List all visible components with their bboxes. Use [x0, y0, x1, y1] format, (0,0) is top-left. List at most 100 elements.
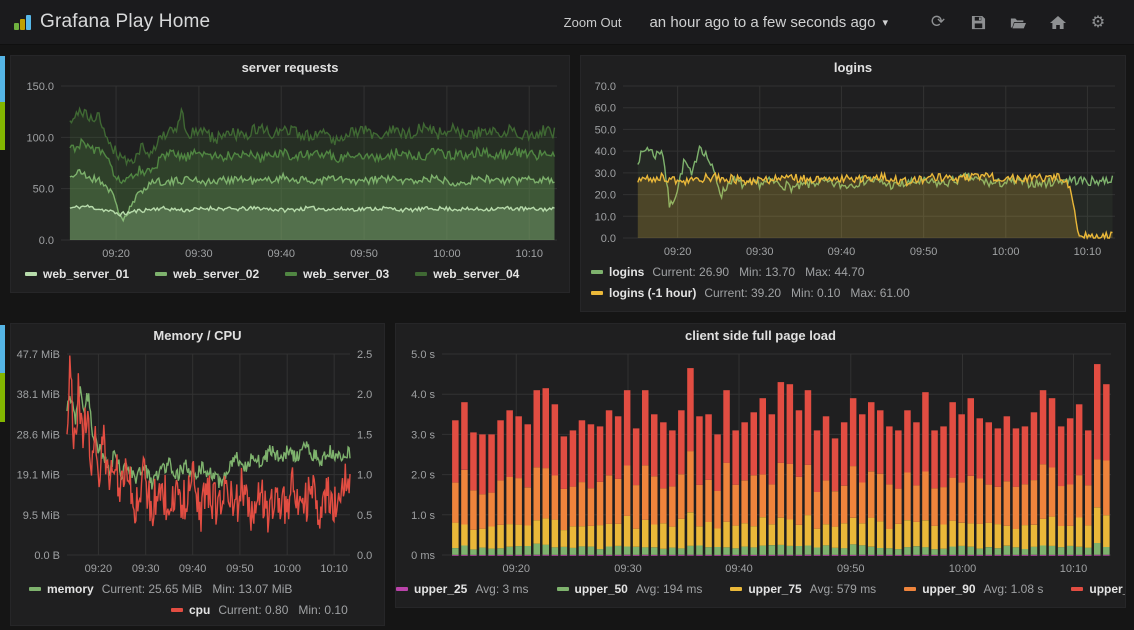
row-toggle-strip-green-2[interactable]	[0, 373, 5, 422]
brand[interactable]: Grafana Play Home	[0, 11, 210, 33]
row-toggle-strip-green-1[interactable]	[0, 102, 5, 150]
bar-segment-upper_95	[624, 390, 631, 465]
bar-segment-upper_50	[506, 547, 513, 555]
row-toggle-strip-blue-1[interactable]	[0, 56, 5, 102]
bar-segment-upper_25	[778, 555, 785, 556]
series-name: upper_95	[1089, 582, 1125, 596]
bar-segment-upper_75	[687, 512, 694, 546]
legend-item-upper-75[interactable]: upper_75Avg: 579 ms	[730, 579, 886, 600]
bar-segment-upper_25	[913, 555, 920, 556]
time-range-picker[interactable]: an hour ago to a few seconds ago ▾	[649, 14, 888, 31]
bar-segment-upper_50	[1094, 543, 1101, 555]
bar-segment-upper_75	[579, 526, 586, 546]
bar-segment-upper_25	[588, 555, 595, 556]
open-dashboard-button[interactable]	[998, 0, 1038, 45]
bar-segment-upper_95	[714, 434, 721, 491]
bar-segment-upper_95	[769, 414, 776, 484]
zoom-out-button[interactable]: Zoom Out	[564, 15, 622, 30]
bar-segment-upper_90	[452, 483, 459, 523]
legend-item-web-server-04[interactable]: web_server_04	[415, 264, 527, 285]
bar-segment-upper_25	[570, 555, 577, 556]
x-axis-tick: 09:30	[132, 563, 160, 575]
legend-item-upper-25[interactable]: upper_25Avg: 3 ms	[396, 579, 539, 600]
bar-segment-upper_75	[615, 524, 622, 546]
bar-segment-upper_75	[796, 525, 803, 546]
bar-segment-upper_75	[1058, 526, 1065, 547]
settings-button[interactable]: ⚙	[1078, 0, 1118, 45]
bar-segment-upper_25	[534, 555, 541, 556]
bar-segment-upper_50	[732, 548, 739, 555]
y-axis-tick: 10.0	[595, 211, 616, 223]
panel-title[interactable]: client side full page load	[396, 324, 1125, 346]
refresh-button[interactable]: ⟳	[918, 0, 958, 45]
home-button[interactable]	[1038, 0, 1078, 45]
bar-segment-upper_50	[868, 547, 875, 555]
bar-segment-upper_95	[642, 390, 649, 465]
y-axis-tick: 150.0	[26, 81, 54, 93]
bar-segment-upper_75	[940, 525, 947, 549]
bar-segment-upper_75	[534, 520, 541, 543]
panel-title[interactable]: Memory / CPU	[11, 324, 384, 346]
bar-segment-upper_90	[678, 474, 685, 519]
y-axis-tick: 0.0	[39, 235, 54, 247]
chart-memory-cpu[interactable]: 09:2009:3009:4009:5010:0010:1047.7 MiB38…	[11, 346, 384, 579]
legend-item-upper-95[interactable]: upper_95Avg: 1.64 s	[1071, 579, 1125, 600]
bar-segment-upper_75	[651, 525, 658, 548]
panel-title[interactable]: server requests	[11, 56, 569, 78]
bar-segment-upper_95	[805, 390, 812, 465]
bar-segment-upper_75	[506, 524, 513, 547]
bar-segment-upper_75	[805, 515, 812, 545]
legend-item-web-server-02[interactable]: web_server_02	[155, 264, 267, 285]
dashboard-title[interactable]: Grafana Play Home	[40, 11, 210, 33]
panel-title[interactable]: logins	[581, 56, 1125, 78]
save-button[interactable]	[958, 0, 998, 45]
bar-segment-upper_50	[841, 548, 848, 555]
legend-item-web-server-01[interactable]: web_server_01	[25, 264, 137, 285]
bar-segment-upper_95	[534, 390, 541, 467]
bar-segment-upper_25	[977, 555, 984, 556]
bar-segment-upper_90	[1085, 485, 1092, 525]
row-toggle-strip-blue-2[interactable]	[0, 325, 5, 373]
y-axis-tick: 50.0	[33, 184, 54, 196]
series-color-swatch	[155, 272, 167, 276]
bar-segment-upper_90	[606, 475, 613, 524]
chart-client-page-load[interactable]: 09:2009:3009:4009:5010:0010:105.0 s4.0 s…	[396, 346, 1125, 579]
chart-server-requests[interactable]: 09:2009:3009:4009:5010:0010:10150.0100.0…	[11, 78, 569, 264]
bar-segment-upper_50	[1022, 549, 1028, 555]
bar-segment-upper_95	[877, 410, 884, 473]
bar-segment-upper_90	[769, 484, 776, 524]
x-axis-tick: 09:40	[828, 246, 856, 258]
chart-logins[interactable]: 09:2009:3009:4009:5010:0010:1070.060.050…	[581, 78, 1125, 262]
x-axis-tick: 10:10	[320, 563, 348, 575]
x-axis-tick: 09:30	[614, 563, 642, 575]
bar-segment-upper_95	[1085, 430, 1092, 485]
home-icon	[1050, 15, 1066, 30]
bar-segment-upper_90	[597, 482, 604, 525]
bar-segment-upper_90	[479, 494, 486, 529]
bar-segment-upper_95	[1103, 384, 1110, 460]
bar-segment-upper_50	[651, 547, 658, 554]
legend-item-logins[interactable]: loginsCurrent: 26.90Min: 13.70Max: 44.70	[591, 262, 874, 283]
bar-segment-upper_90	[760, 474, 767, 517]
legend-item-upper-50[interactable]: upper_50Avg: 194 ms	[557, 579, 713, 600]
bar-segment-upper_90	[922, 472, 929, 521]
bar-segment-upper_25	[823, 555, 830, 556]
x-axis-tick: 10:10	[1060, 563, 1088, 575]
legend-item-logins-1-hour-[interactable]: logins (-1 hour)Current: 39.20Min: 0.10M…	[591, 283, 920, 304]
bar-segment-upper_90	[687, 451, 694, 512]
bar-segment-upper_90	[732, 485, 739, 526]
bar-segment-upper_95	[1094, 364, 1101, 459]
legend-item-upper-90[interactable]: upper_90Avg: 1.08 s	[904, 579, 1053, 600]
bar-segment-upper_50	[515, 546, 522, 555]
series-color-swatch	[904, 587, 916, 591]
bar-segment-upper_75	[977, 524, 984, 549]
bar-segment-upper_50	[850, 544, 857, 555]
bar-segment-upper_50	[1049, 546, 1056, 555]
legend-item-cpu[interactable]: cpuCurrent: 0.80Min: 0.10	[171, 600, 358, 621]
y2-axis-tick: 0.5	[357, 510, 372, 522]
bar-segment-upper_25	[949, 555, 956, 556]
legend-item-memory[interactable]: memoryCurrent: 25.65 MiBMin: 13.07 MiB	[29, 579, 302, 600]
legend-item-web-server-03[interactable]: web_server_03	[285, 264, 397, 285]
bar-segment-upper_25	[624, 555, 631, 556]
y2-axis-tick: 2.0	[357, 389, 372, 401]
